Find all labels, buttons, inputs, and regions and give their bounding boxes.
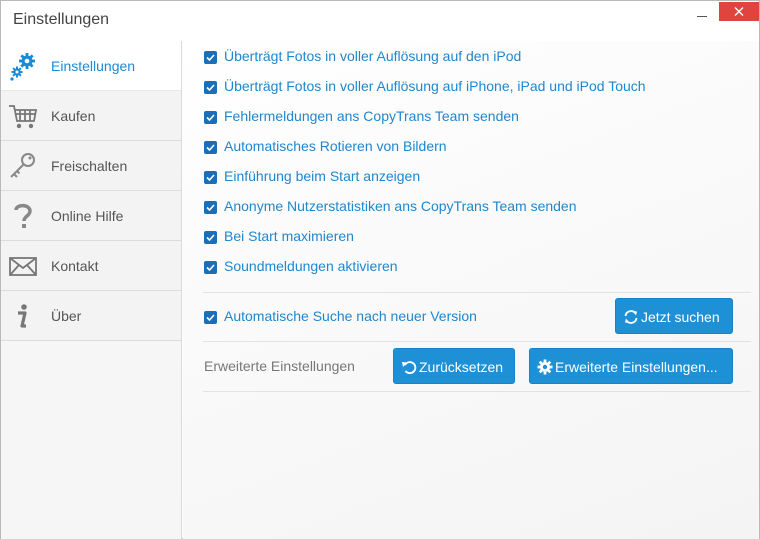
advanced-settings-button[interactable]: Erweiterte Einstellungen... xyxy=(529,348,733,384)
sidebar-item-label: Über xyxy=(51,308,82,324)
divider xyxy=(203,292,751,293)
gears-icon xyxy=(8,51,38,81)
sidebar-item-online-hilfe[interactable]: Online Hilfe xyxy=(1,191,181,241)
close-button[interactable] xyxy=(719,2,759,21)
checkbox[interactable] xyxy=(204,261,217,274)
checkbox[interactable] xyxy=(204,311,217,324)
divider xyxy=(203,391,751,392)
button-label: Jetzt suchen xyxy=(641,309,720,325)
settings-panel: Überträgt Fotos in voller Auflösung auf … xyxy=(183,41,759,539)
option-label: Bei Start maximieren xyxy=(224,228,354,244)
sidebar: Einstellungen Kaufen Freischalten Online… xyxy=(1,41,182,539)
checkbox[interactable] xyxy=(204,111,217,124)
advanced-settings-label: Erweiterte Einstellungen xyxy=(204,358,355,374)
reset-button[interactable]: Zurücksetzen xyxy=(393,348,515,384)
title-bar: Einstellungen xyxy=(1,1,759,41)
checkbox[interactable] xyxy=(204,141,217,154)
question-icon xyxy=(8,201,38,231)
settings-window: Einstellungen Einstellungen Kaufen Freis… xyxy=(0,0,760,539)
close-icon xyxy=(734,7,744,16)
window-title: Einstellungen xyxy=(13,11,110,28)
refresh-icon xyxy=(623,309,639,325)
sidebar-item-ueber[interactable]: Über xyxy=(1,291,181,341)
key-icon xyxy=(8,151,38,181)
sidebar-item-kaufen[interactable]: Kaufen xyxy=(1,91,181,141)
option-label: Fehlermeldungen ans CopyTrans Team sende… xyxy=(224,108,519,124)
option-label: Automatische Suche nach neuer Version xyxy=(224,308,477,324)
option-label: Überträgt Fotos in voller Auflösung auf … xyxy=(224,48,522,64)
button-label: Erweiterte Einstellungen... xyxy=(555,359,718,375)
option-label: Überträgt Fotos in voller Auflösung auf … xyxy=(224,78,646,94)
envelope-icon xyxy=(8,251,38,281)
gear-icon xyxy=(537,359,553,375)
info-icon xyxy=(8,301,38,331)
sidebar-item-label: Einstellungen xyxy=(51,58,136,74)
sidebar-item-label: Kaufen xyxy=(51,108,96,124)
undo-icon xyxy=(401,359,417,375)
option-label: Anonyme Nutzerstatistiken ans CopyTrans … xyxy=(224,198,577,214)
sidebar-item-label: Freischalten xyxy=(51,158,128,174)
option-label: Automatisches Rotieren von Bildern xyxy=(224,138,447,154)
option-label: Soundmeldungen aktivieren xyxy=(224,258,398,274)
checkbox[interactable] xyxy=(204,81,217,94)
checkbox[interactable] xyxy=(204,231,217,244)
sidebar-item-kontakt[interactable]: Kontakt xyxy=(1,241,181,291)
divider xyxy=(203,341,751,342)
checkbox[interactable] xyxy=(204,171,217,184)
button-label: Zurücksetzen xyxy=(419,359,504,375)
sidebar-item-einstellungen[interactable]: Einstellungen xyxy=(1,41,181,91)
sidebar-item-freischalten[interactable]: Freischalten xyxy=(1,141,181,191)
option-label: Einführung beim Start anzeigen xyxy=(224,168,421,184)
sidebar-item-label: Online Hilfe xyxy=(51,208,124,224)
cart-icon xyxy=(8,101,38,131)
sidebar-item-label: Kontakt xyxy=(51,258,99,274)
search-update-button[interactable]: Jetzt suchen xyxy=(615,298,733,334)
minimize-button[interactable] xyxy=(693,4,713,22)
checkbox[interactable] xyxy=(204,51,217,64)
checkbox[interactable] xyxy=(204,201,217,214)
